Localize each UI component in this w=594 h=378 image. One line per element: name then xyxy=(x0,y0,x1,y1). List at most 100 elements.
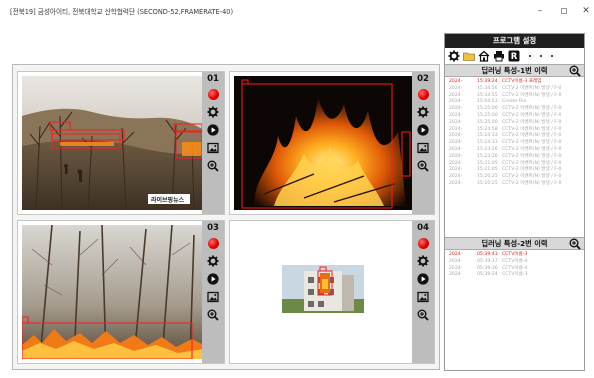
log-msg: CCTV이름-3 프레임 xyxy=(502,79,542,84)
log-time: 15:34:56 xyxy=(477,85,498,91)
record-icon[interactable] xyxy=(207,237,219,249)
play-icon[interactable] xyxy=(417,124,429,136)
camera-controls-01: 01 xyxy=(202,72,224,214)
record-dot xyxy=(417,237,429,249)
forest-floor-fire-image xyxy=(22,225,202,359)
log-row[interactable]: 2024- 15:20:25 CCTV-2 이벤트(N) 발생 / F-0 xyxy=(449,181,584,188)
camera-feed-02[interactable] xyxy=(234,76,412,210)
section2-title: 딥러닝 특성-2번 이력 xyxy=(481,239,548,248)
play-circle-icon xyxy=(417,273,429,285)
zoom-in-icon[interactable] xyxy=(417,309,429,321)
log-row[interactable]: 2024- 15:24:33 CCTV-2 이벤트(N) 발생 / F-0 xyxy=(449,140,584,147)
zoom-in-icon[interactable] xyxy=(569,238,581,250)
zoom-in-icon[interactable] xyxy=(207,309,219,321)
camera-feed-01[interactable]: 라이브핑뉴스 xyxy=(22,76,202,210)
camera-panel-01: 라이브핑뉴스 01 xyxy=(17,71,225,215)
camera-controls-03: 03 xyxy=(202,221,224,363)
section1-log: 2024- 15:39:24 CCTV이름-3 프레임 2024- 15:34:56 CC… xyxy=(445,77,584,188)
close-button[interactable]: ✕ xyxy=(574,0,594,22)
camera-panel-04: 04 xyxy=(229,220,435,364)
magnifier-plus-icon xyxy=(207,160,219,172)
camera-feed-04[interactable] xyxy=(234,225,412,359)
image-icon xyxy=(417,291,429,303)
gear-icon[interactable] xyxy=(448,50,460,62)
log-msg: CCTV이름-4 xyxy=(502,258,528,264)
print-icon[interactable] xyxy=(493,50,505,62)
log-row[interactable]: 2024- 15:23:26 CCTV-2 이벤트(N) 발생 / F-0 xyxy=(449,154,584,161)
play-circle-icon xyxy=(417,124,429,136)
snapshot-icon[interactable] xyxy=(417,142,429,154)
play-icon[interactable] xyxy=(417,273,429,285)
log-row[interactable]: 2024- 15:34:56 CCTV-2 이벤트(N) 발생 / F-0 xyxy=(449,86,584,93)
play-circle-icon xyxy=(207,273,219,285)
log-date: 2024- xyxy=(449,252,463,257)
log-row[interactable]: 2024- 05:39:37 CCTV이름-4 xyxy=(449,259,584,266)
maximize-button[interactable] xyxy=(552,0,576,22)
camera-number: 04 xyxy=(417,223,429,233)
log-msg: CCTV-2 이벤트(N) 발생 / F-0 xyxy=(502,160,562,166)
log-time: 15:25:00 xyxy=(477,106,498,112)
camera-controls-02: 02 xyxy=(412,72,434,214)
more-dot[interactable] xyxy=(551,55,553,57)
log-row[interactable]: 2024- 15:39:24 CCTV이름-3 프레임 xyxy=(449,79,584,86)
log-date: 2024- xyxy=(449,258,463,264)
minimize-button[interactable]: – xyxy=(528,0,552,22)
log-date: 2024- xyxy=(449,85,463,91)
settings-icon[interactable] xyxy=(207,255,219,267)
log-row[interactable]: 2024- 15:25:00 CCTV-2 이벤트(N) 발생 / F-0 xyxy=(449,120,584,127)
snapshot-icon[interactable] xyxy=(207,291,219,303)
gear-icon xyxy=(207,255,219,267)
log-time: 15:23:26 xyxy=(477,146,498,152)
svg-text:R: R xyxy=(511,52,518,62)
record-dot xyxy=(417,88,429,100)
log-date: 2024- xyxy=(449,272,463,278)
log-date: 2024- xyxy=(449,140,463,146)
image-icon xyxy=(417,142,429,154)
camera-number: 03 xyxy=(207,223,219,233)
settings-icon[interactable] xyxy=(417,255,429,267)
app-window: [전북19] 금성아이티, 전북대학교 산학협력단 (SECOND-52,FRA… xyxy=(0,0,594,378)
log-msg: Create File xyxy=(502,99,527,105)
more-dot[interactable] xyxy=(540,55,542,57)
image-icon xyxy=(207,142,219,154)
log-row[interactable]: 2024- 15:20:25 CCTV-2 이벤트(N) 발생 / F-0 xyxy=(449,174,584,181)
zoom-in-icon[interactable] xyxy=(417,160,429,172)
zoom-in-icon[interactable] xyxy=(569,65,581,77)
r-icon[interactable]: R xyxy=(508,50,520,62)
log-row[interactable]: 2024- 15:23:26 CCTV-2 이벤트(N) 발생 / F-0 xyxy=(449,147,584,154)
record-icon[interactable] xyxy=(417,88,429,100)
zoom-in-icon[interactable] xyxy=(207,160,219,172)
home-icon[interactable] xyxy=(478,50,490,62)
play-icon[interactable] xyxy=(207,124,219,136)
snapshot-icon[interactable] xyxy=(417,291,429,303)
camera-feed-03[interactable] xyxy=(22,225,202,359)
settings-icon[interactable] xyxy=(207,106,219,118)
watermark-label: 라이브핑뉴스 xyxy=(151,197,185,204)
record-icon[interactable] xyxy=(207,88,219,100)
log-time: 05:39:37 xyxy=(477,258,498,264)
settings-icon[interactable] xyxy=(417,106,429,118)
log-row[interactable]: 2024- 05:39:24 CCTV이름-3 xyxy=(449,272,584,279)
log-date: 2024- xyxy=(449,79,463,84)
forest-fire-image xyxy=(22,76,202,210)
folder-icon[interactable] xyxy=(463,50,475,62)
record-icon[interactable] xyxy=(417,237,429,249)
log-row[interactable]: 2024- 15:25:00 CCTV-2 이벤트(N) 발생 / F-0 xyxy=(449,106,584,113)
log-msg: CCTV이름-4 xyxy=(502,265,528,271)
log-time: 05:39:24 xyxy=(477,272,498,278)
magnifier-plus-icon xyxy=(207,309,219,321)
log-msg: CCTV-2 이벤트(N) 발생 / F-0 xyxy=(502,126,562,132)
camera-panel-02: 02 xyxy=(229,71,435,215)
log-row[interactable]: 2024- 15:25:00 CCTV-2 이벤트(N) 발생 / F-0 xyxy=(449,113,584,120)
more-dot[interactable] xyxy=(529,55,531,57)
log-msg: CCTV-2 이벤트(N) 발생 / F-0 xyxy=(502,106,562,112)
play-icon[interactable] xyxy=(207,273,219,285)
log-row[interactable]: 2024- 05:39:43 CCTV이름-3 xyxy=(449,252,584,259)
log-date: 2024- xyxy=(449,106,463,112)
gear-icon xyxy=(207,106,219,118)
log-time: 05:39:43 xyxy=(477,252,498,257)
log-date: 2024- xyxy=(449,180,463,186)
snapshot-icon[interactable] xyxy=(207,142,219,154)
maximize-icon xyxy=(561,8,567,14)
log-time: 15:39:24 xyxy=(477,79,498,84)
